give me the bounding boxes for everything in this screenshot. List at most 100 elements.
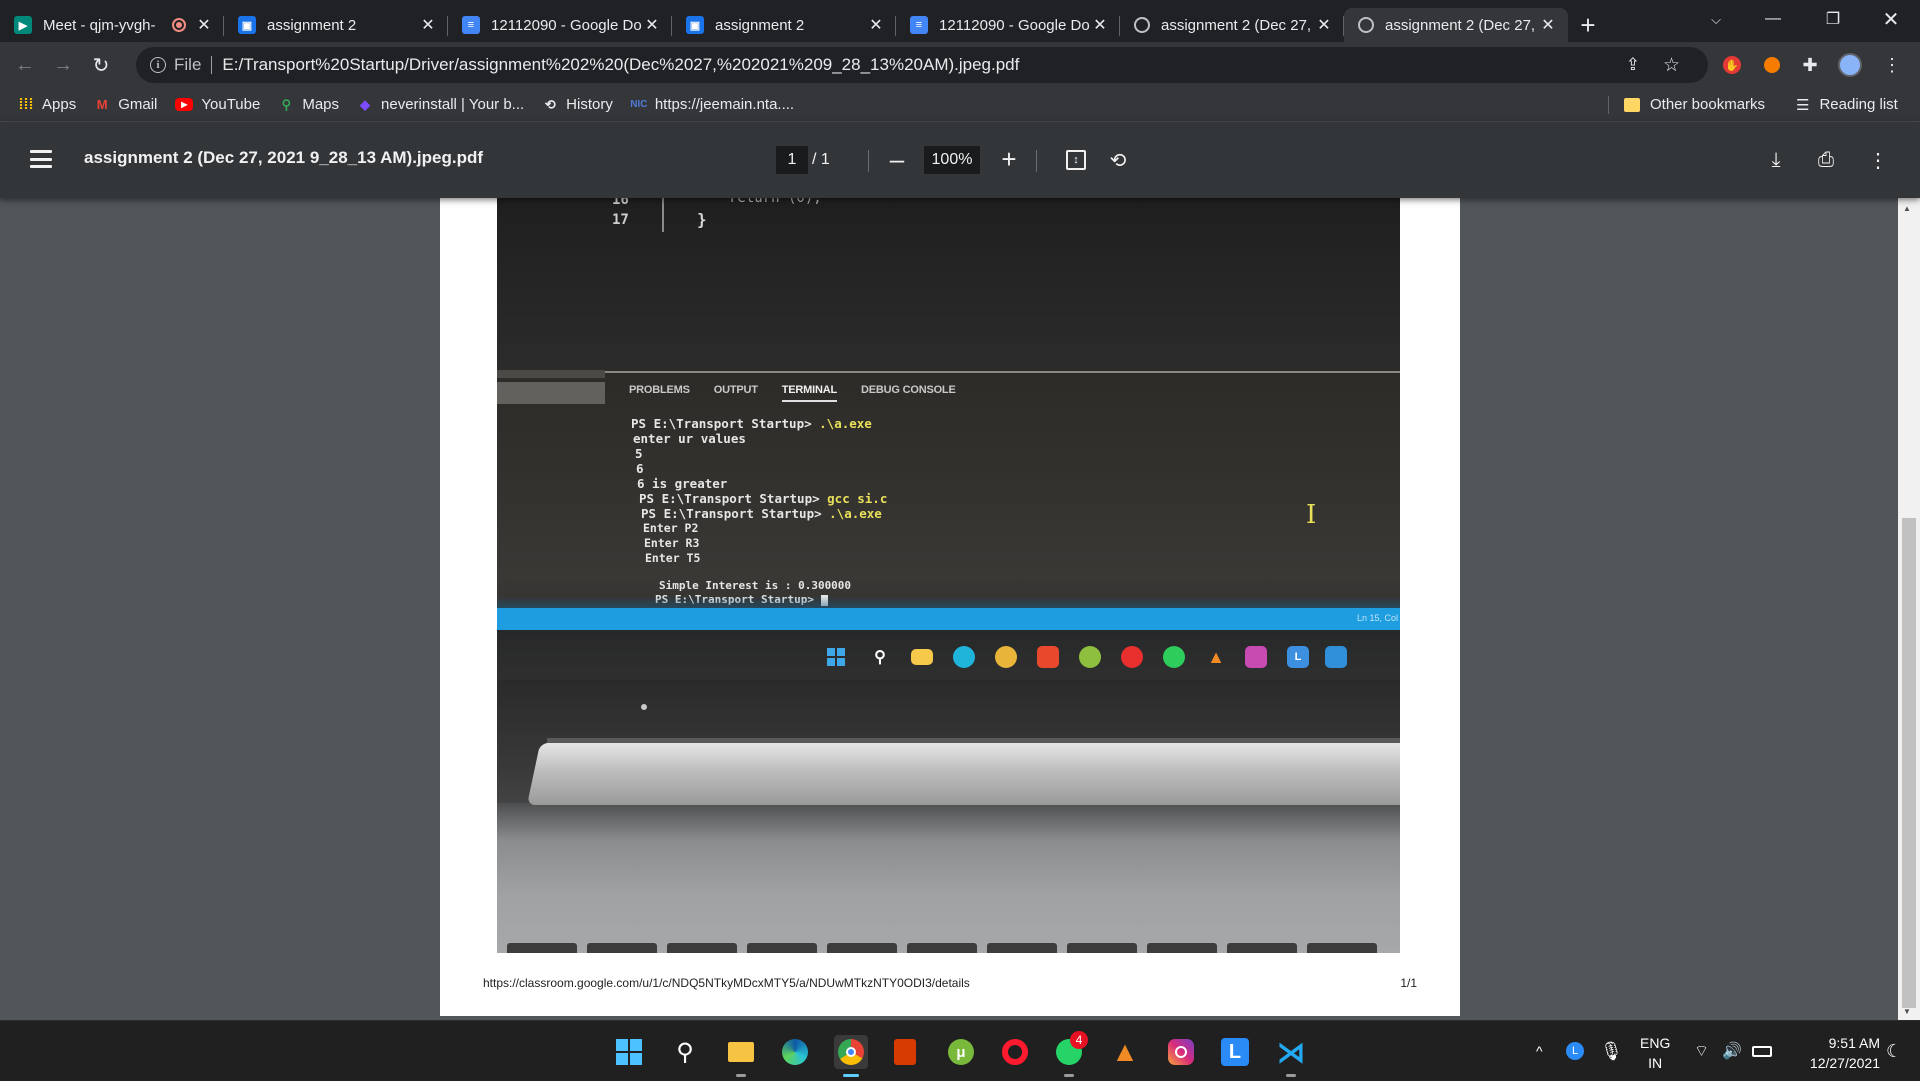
tab-docs-1[interactable]: ≡ 12112090 - Google Do ✕ <box>448 8 672 42</box>
bookmark-label: neverinstall | Your b... <box>381 96 525 113</box>
forward-icon[interactable]: → <box>46 48 80 82</box>
bookmark-maps[interactable]: ⚲ Maps <box>278 96 339 113</box>
close-icon[interactable]: ✕ <box>1538 15 1558 35</box>
pdf-viewer[interactable]: return (0); 16 17 } PROBLEMS OUTPUT TERM… <box>0 198 1920 1020</box>
notifications-icon[interactable]: ☾ <box>1886 1021 1902 1081</box>
scroll-down-icon[interactable]: ▼ <box>1903 1007 1911 1016</box>
edge-icon[interactable] <box>778 1035 812 1069</box>
rotate-icon[interactable]: ⟲ <box>1104 146 1132 174</box>
zoom-out-button[interactable]: – <box>882 144 912 174</box>
close-icon[interactable]: ✕ <box>194 15 214 35</box>
panel-tabs: PROBLEMS OUTPUT TERMINAL DEBUG CONSOLE <box>629 384 980 402</box>
instagram-icon[interactable] <box>1164 1035 1198 1069</box>
bookmark-gmail[interactable]: M Gmail <box>94 96 158 113</box>
wifi-icon[interactable]: ⌔ <box>1694 1021 1709 1081</box>
scroll-up-icon[interactable]: ▲ <box>1903 204 1911 213</box>
tab-meet[interactable]: ▶ Meet - qjm-yvgh- ✕ <box>0 8 224 42</box>
page-number-input[interactable]: 1 <box>776 146 808 174</box>
extensions-puzzle-icon[interactable]: ✚ <box>1798 53 1822 77</box>
bookmark-label: YouTube <box>201 96 261 113</box>
info-icon[interactable]: i <box>150 57 166 73</box>
vscode-icon[interactable]: ⋊ <box>1274 1035 1308 1077</box>
tab-problems: PROBLEMS <box>629 384 690 396</box>
more-options-icon[interactable]: ⋮ <box>1864 146 1892 174</box>
tab-pdf-active[interactable]: assignment 2 (Dec 27, ✕ <box>1344 8 1568 42</box>
honey-extension-icon[interactable] <box>1760 53 1784 77</box>
file-explorer-icon[interactable] <box>724 1035 758 1077</box>
tab-docs-2[interactable]: ≡ 12112090 - Google Do ✕ <box>896 8 1120 42</box>
close-icon[interactable]: ✕ <box>1314 15 1334 35</box>
terminal-line: enter ur values <box>633 431 746 446</box>
bookmark-neverinstall[interactable]: ◆ neverinstall | Your b... <box>357 96 524 113</box>
laptop-keyboard <box>497 803 1400 953</box>
show-hidden-icons[interactable]: ^ <box>1536 1021 1543 1081</box>
bookmark-history[interactable]: ⟲ History <box>542 96 613 113</box>
tab-search-icon[interactable]: ⌵ <box>1702 8 1730 32</box>
bookmark-youtube[interactable]: ▶ YouTube <box>175 96 260 113</box>
embedded-photo: return (0); 16 17 } PROBLEMS OUTPUT TERM… <box>497 198 1400 953</box>
tab-pdf-1[interactable]: assignment 2 (Dec 27, ✕ <box>1120 8 1344 42</box>
print-icon[interactable]: ⎙ <box>1812 146 1840 174</box>
tab-title: 12112090 - Google Do <box>939 16 1090 34</box>
zoom-input[interactable]: 100% <box>924 146 980 174</box>
close-icon[interactable]: ✕ <box>418 15 438 35</box>
close-icon[interactable]: ✕ <box>866 15 886 35</box>
l-app-icon[interactable]: L <box>1218 1035 1252 1069</box>
tab-classroom-2[interactable]: ▣ assignment 2 ✕ <box>672 8 896 42</box>
reload-icon[interactable]: ↻ <box>84 48 118 82</box>
zoom-in-button[interactable]: + <box>994 144 1024 174</box>
restore-icon[interactable]: ❐ <box>1810 0 1856 38</box>
neverinstall-icon: ◆ <box>360 96 371 112</box>
terminal-line: 5 <box>635 446 643 461</box>
share-icon[interactable]: ⇪ <box>1626 55 1640 75</box>
bookmark-star-icon[interactable]: ☆ <box>1663 54 1680 77</box>
terminal-line: PS E:\Transport Startup> .\a.exe <box>631 416 872 431</box>
google-docs-icon: ≡ <box>910 16 928 34</box>
bookmark-label: Gmail <box>118 96 158 113</box>
bookmark-label: Reading list <box>1819 96 1898 113</box>
text-cursor-icon: I <box>1306 500 1317 530</box>
battery-icon[interactable] <box>1752 1021 1772 1081</box>
bookmark-label: History <box>566 96 613 113</box>
fit-page-icon[interactable]: ↕ <box>1062 146 1090 174</box>
other-bookmarks[interactable]: Other bookmarks <box>1624 96 1765 113</box>
tab-title: 12112090 - Google Do <box>491 16 642 34</box>
adblock-extension-icon[interactable]: ✋ <box>1720 53 1744 77</box>
language-indicator[interactable]: ENG IN <box>1640 1033 1670 1073</box>
whatsapp-icon[interactable]: 4 <box>1052 1031 1088 1077</box>
menu-icon[interactable] <box>30 150 52 168</box>
minimize-icon[interactable]: — <box>1750 0 1796 38</box>
address-bar[interactable]: i File E:/Transport%20Startup/Driver/ass… <box>136 47 1708 83</box>
clock-date: 12/27/2021 <box>1809 1055 1880 1071</box>
page-count: / 1 <box>812 151 830 168</box>
new-tab-button[interactable]: + <box>1568 8 1608 42</box>
close-icon[interactable]: ✕ <box>642 15 662 35</box>
tab-classroom-1[interactable]: ▣ assignment 2 ✕ <box>224 8 448 42</box>
system-clock[interactable]: 9:51 AM 12/27/2021 <box>1790 1033 1880 1073</box>
microphone-icon[interactable]: 🎙 <box>1600 1021 1623 1081</box>
reading-list[interactable]: ☰ Reading list <box>1796 96 1898 114</box>
vlc-icon[interactable]: ▲ <box>1108 1035 1142 1069</box>
windows-start-icon[interactable] <box>612 1035 646 1069</box>
opera-icon <box>1121 646 1143 668</box>
l-tray-icon[interactable]: L <box>1566 1021 1584 1081</box>
viewer-scrollbar[interactable]: ▲ ▼ <box>1898 198 1920 1020</box>
chrome-menu-icon[interactable]: ⋮ <box>1880 53 1904 77</box>
scrollbar-thumb[interactable] <box>1902 518 1916 1008</box>
bookmark-apps[interactable]: ⁞⁞⁞ Apps <box>18 96 77 113</box>
office-icon[interactable] <box>888 1035 922 1069</box>
bookmark-nta[interactable]: NIC https://jeemain.nta.... <box>630 96 794 113</box>
closing-brace: } <box>697 210 707 229</box>
close-icon[interactable]: ✕ <box>1090 15 1110 35</box>
back-icon[interactable]: ← <box>8 48 42 82</box>
profile-avatar[interactable] <box>1838 53 1862 77</box>
volume-icon[interactable]: 🔊 <box>1722 1021 1742 1081</box>
nta-icon: NIC <box>630 99 648 110</box>
window-close-icon[interactable]: ✕ <box>1868 0 1914 38</box>
globe-icon <box>1134 17 1150 33</box>
utorrent-icon[interactable]: μ <box>944 1035 978 1069</box>
opera-icon[interactable] <box>998 1035 1032 1069</box>
chrome-icon[interactable] <box>834 1035 868 1077</box>
download-icon[interactable]: ⤓ <box>1762 146 1790 174</box>
search-icon[interactable]: ⚲ <box>668 1035 702 1069</box>
